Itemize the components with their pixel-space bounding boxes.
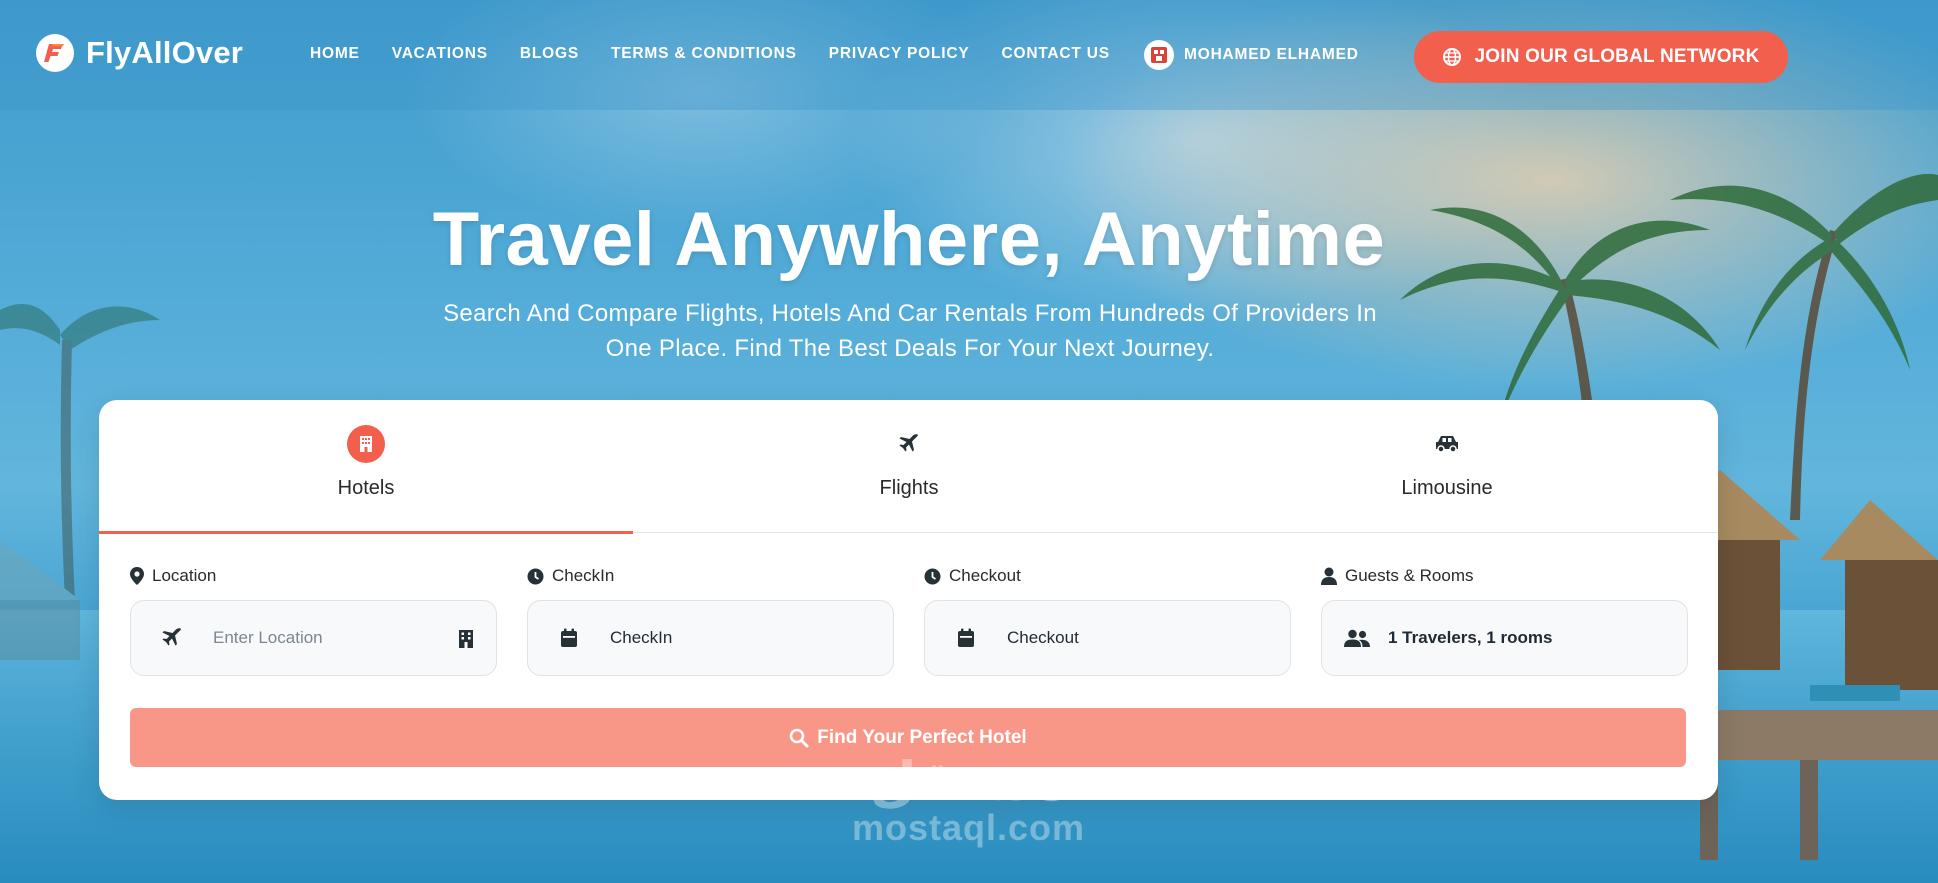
join-network-label: JOIN OUR GLOBAL NETWORK	[1474, 46, 1760, 67]
globe-icon	[1443, 48, 1462, 66]
location-placeholder: Enter Location	[213, 628, 323, 647]
checkin-label: CheckIn	[527, 566, 614, 586]
building-icon	[458, 629, 474, 654]
tab-limousine-label: Limousine	[1401, 477, 1493, 499]
tab-hotels-label: Hotels	[337, 477, 395, 499]
checkout-input[interactable]: Checkout	[924, 600, 1291, 676]
search-tabs: Hotels Flights Limousine	[99, 400, 1718, 534]
checkout-label: Checkout	[924, 566, 1021, 586]
tab-flights-label: Flights	[879, 477, 939, 499]
watermark-arabic: مستقل	[869, 750, 1068, 813]
tab-flights[interactable]: Flights	[642, 400, 1176, 533]
plane-icon	[899, 434, 918, 452]
watermark-latin: mostaql.com	[852, 807, 1086, 848]
checkin-input[interactable]: CheckIn	[527, 600, 894, 676]
nav-home[interactable]: Home	[310, 45, 360, 63]
location-label: Location	[130, 566, 216, 586]
user-icon	[1321, 567, 1337, 585]
clock-icon	[924, 568, 941, 584]
nav-vacations[interactable]: Vacations	[392, 45, 488, 63]
avatar	[1144, 40, 1174, 70]
location-label-text: Location	[152, 566, 217, 585]
checkout-value: Checkout	[1007, 628, 1079, 647]
hero-subtitle-line-1: Search And Compare Flights, Hotels And C…	[443, 300, 1377, 327]
user-avatar-icon	[1151, 47, 1167, 63]
search-icon	[789, 728, 809, 747]
nav-terms[interactable]: Terms & Conditions	[611, 45, 797, 63]
nav-privacy[interactable]: Privacy Policy	[829, 45, 970, 63]
flyallover-logo-icon	[36, 34, 74, 72]
guests-input[interactable]: 1 Travelers, 1 rooms	[1321, 600, 1688, 676]
nav-links: Home Vacations Blogs Terms & Conditions …	[310, 45, 1142, 63]
hero-subtitle-line-2: One Place. Find The Best Deals For Your …	[605, 335, 1215, 362]
location-pin-icon	[130, 567, 144, 585]
guests-value: 1 Travelers, 1 rooms	[1388, 628, 1553, 647]
clock-icon	[527, 568, 544, 584]
plane-icon	[162, 628, 181, 646]
checkout-label-text: Checkout	[949, 566, 1021, 585]
checkin-value: CheckIn	[610, 628, 673, 647]
join-network-button[interactable]: JOIN OUR GLOBAL NETWORK	[1414, 31, 1788, 83]
guests-label: Guests & Rooms	[1321, 566, 1474, 586]
user-menu[interactable]: Mohamed Elhamed	[1144, 40, 1359, 70]
checkin-label-text: CheckIn	[552, 566, 615, 585]
watermark: مستقل mostaql.com	[852, 755, 1085, 847]
hotel-icon	[347, 425, 385, 463]
hero-title: Travel Anywhere, Anytime	[432, 197, 1386, 282]
guests-label-text: Guests & Rooms	[1345, 566, 1474, 585]
find-hotel-label: Find Your Perfect Hotel	[817, 726, 1027, 748]
brand-logo[interactable]: FlyAllOver	[36, 34, 243, 72]
tab-limousine[interactable]: Limousine	[1180, 400, 1714, 533]
users-icon	[1344, 629, 1370, 647]
top-navbar: FlyAllOver Home Vacations Blogs Terms & …	[0, 0, 1938, 110]
nav-contact[interactable]: Contact Us	[1001, 45, 1109, 63]
brand-name: FlyAllOver	[86, 35, 244, 70]
calendar-icon	[958, 628, 974, 647]
hero-subtitle: Search And Compare Flights, Hotels And C…	[410, 296, 1410, 366]
search-card: Hotels Flights Limousine Location Enter …	[99, 400, 1718, 800]
nav-blogs[interactable]: Blogs	[520, 45, 579, 63]
location-input[interactable]: Enter Location	[130, 600, 497, 676]
calendar-icon	[561, 628, 577, 647]
user-name: Mohamed Elhamed	[1184, 46, 1359, 63]
tab-hotels[interactable]: Hotels	[99, 400, 633, 534]
car-icon	[1436, 436, 1458, 453]
